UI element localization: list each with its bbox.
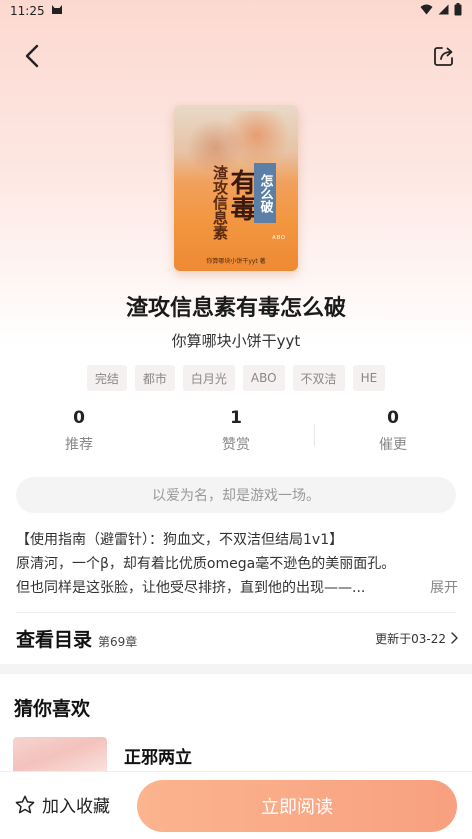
catalog-updated: 更新于03-22	[375, 631, 446, 646]
recommend-title: 猜你喜欢	[14, 698, 91, 720]
expand-button[interactable]: 展开	[430, 576, 458, 600]
stat-recommend[interactable]: 0 推荐	[29, 408, 129, 454]
cover-leaves-illustration	[184, 111, 288, 171]
stat-recommend-label: 推荐	[65, 437, 93, 453]
catalog-chapter-count: 第69章	[98, 634, 138, 649]
status-bar: 11:25	[0, 0, 472, 22]
status-time: 11:25	[10, 4, 45, 18]
recommend-item-name: 正邪两立	[124, 748, 192, 768]
cover-title-big: 有毒	[226, 169, 256, 221]
top-navigation	[0, 38, 472, 74]
intro-line: 原清河，一个β，却有着比优质omega毫不逊色的美丽面孔。	[16, 556, 396, 572]
book-title: 渣攻信息素有毒怎么破	[125, 296, 346, 321]
tag-item[interactable]: 白月光	[182, 365, 235, 391]
cover-title-small: 渣攻信息素	[211, 165, 229, 240]
read-now-button[interactable]: 立即阅读	[137, 780, 457, 832]
wifi-icon	[420, 4, 433, 18]
stat-urge-value: 0	[387, 408, 399, 428]
book-slogan: 以爱为名，却是游戏一场。	[16, 477, 456, 513]
notification-cat-icon	[51, 4, 63, 18]
cover-author-line: 你算哪块小饼干yyt 著	[206, 258, 266, 265]
hero-background	[0, 0, 472, 560]
tag-item[interactable]: ABO	[242, 365, 285, 391]
catalog-title: 查看目录	[16, 628, 93, 651]
add-favorite-label: 加入收藏	[42, 797, 110, 817]
intro-line: 【使用指南（避雷针）：狗血文，不双洁但结局1v1】	[16, 532, 344, 548]
stats-row: 0 推荐 1 赞赏 0 催更	[0, 408, 472, 458]
tag-list: 完结 都市 白月光 ABO 不双洁 HE	[0, 365, 472, 391]
cover-title-tag: 怎么破	[254, 163, 276, 223]
tag-item[interactable]: 都市	[134, 365, 175, 391]
stat-reward-label: 赞赏	[222, 437, 250, 453]
add-favorite-button[interactable]: 加入收藏	[14, 792, 110, 817]
section-separator	[0, 664, 472, 674]
intro-line: 但也同样是这张脸，让他受尽排挤，直到他的出现——...	[16, 580, 366, 596]
book-author[interactable]: 你算哪块小饼干yyt	[0, 330, 472, 351]
signal-icon	[438, 4, 449, 18]
book-cover[interactable]: 渣攻信息素 有毒 怎么破 ABO 你算哪块小饼干yyt 著	[174, 105, 298, 271]
tag-item[interactable]: HE	[352, 365, 386, 391]
battery-icon	[454, 3, 462, 19]
bottom-action-bar: 加入收藏 立即阅读	[0, 771, 472, 839]
share-button[interactable]	[430, 42, 458, 70]
stat-recommend-value: 0	[73, 408, 85, 428]
divider	[16, 612, 456, 613]
stat-urge-label: 催更	[379, 437, 407, 453]
catalog-row[interactable]: 查看目录 第69章 更新于03-22	[16, 622, 458, 654]
stats-divider	[314, 424, 315, 446]
stat-reward[interactable]: 1 赞赏	[186, 408, 286, 454]
star-icon	[15, 795, 35, 813]
tag-item[interactable]: 不双洁	[292, 365, 345, 391]
stat-reward-value: 1	[230, 408, 242, 428]
chevron-left-icon	[25, 44, 39, 68]
chevron-right-icon	[451, 632, 458, 644]
cover-abo-mark: ABO	[272, 235, 286, 241]
back-button[interactable]	[18, 42, 46, 70]
stat-urge[interactable]: 0 催更	[343, 408, 443, 454]
book-intro[interactable]: 【使用指南（避雷针）：狗血文，不双洁但结局1v1】 原清河，一个β，却有着比优质…	[16, 528, 458, 600]
tag-item[interactable]: 完结	[86, 365, 127, 391]
share-icon	[434, 47, 453, 66]
